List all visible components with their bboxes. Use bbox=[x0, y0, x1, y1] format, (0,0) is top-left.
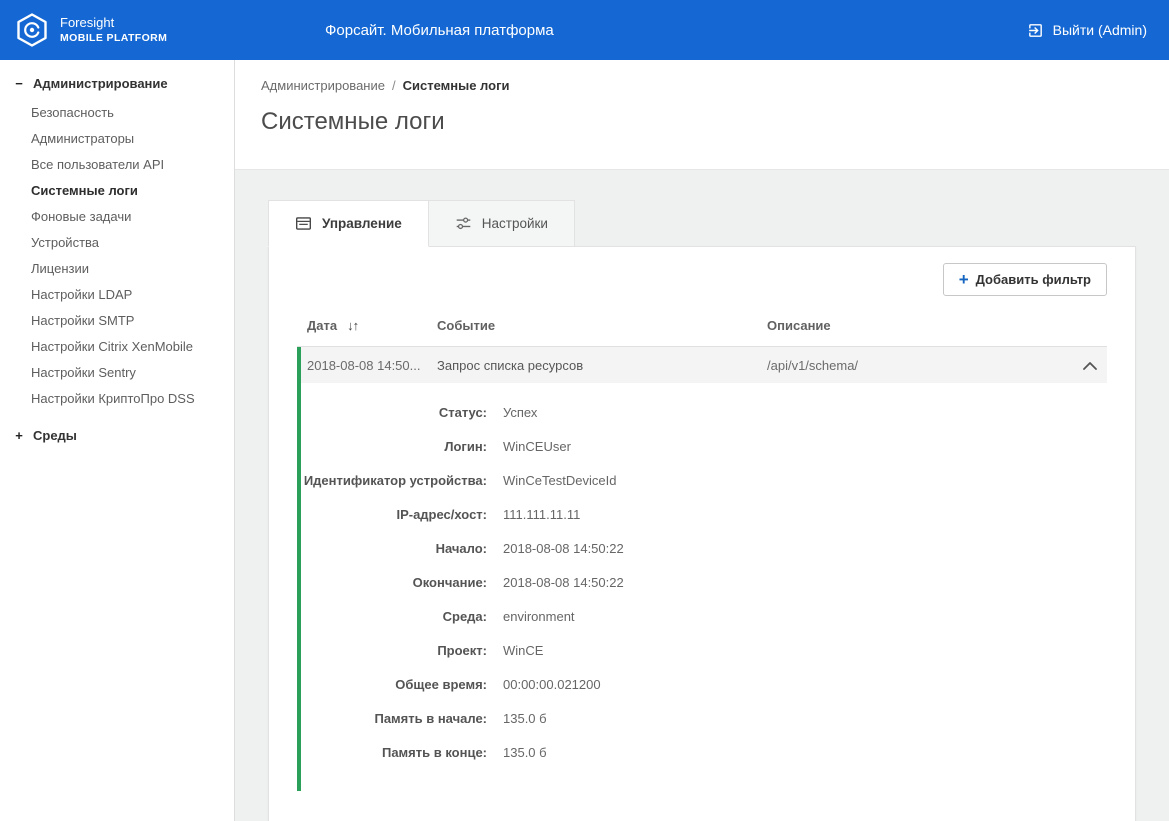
sidebar-root-label: Администрирование bbox=[33, 76, 168, 91]
main-area: Администрирование / Системные логи Системн… bbox=[235, 60, 1169, 821]
logo: Foresight MOBILE PLATFORM bbox=[0, 12, 235, 48]
sidebar-item[interactable]: Все пользователи API bbox=[0, 152, 234, 178]
detail-value: 2018-08-08 14:50:22 bbox=[503, 575, 1107, 590]
detail-row: Общее время: 00:00:00.021200 bbox=[301, 667, 1107, 701]
detail-row: Память в конце: 135.0 б bbox=[301, 735, 1107, 769]
sidebar-item[interactable]: Настройки Sentry bbox=[0, 360, 234, 386]
detail-label: Начало: bbox=[301, 541, 487, 556]
foresight-logo-icon bbox=[14, 12, 50, 48]
detail-value: WinCEUser bbox=[503, 439, 1107, 454]
detail-label: Логин: bbox=[301, 439, 487, 454]
logo-subtitle: MOBILE PLATFORM bbox=[60, 32, 167, 45]
breadcrumb: Администрирование / Системные логи bbox=[261, 78, 1169, 93]
sidebar-menu: БезопасностьАдминистраторыВсе пользовате… bbox=[0, 100, 234, 412]
detail-value: 111.111.11.11 bbox=[503, 507, 1107, 522]
sidebar-item[interactable]: Безопасность bbox=[0, 100, 234, 126]
sidebar-item[interactable]: Лицензии bbox=[0, 256, 234, 282]
logo-title: Foresight bbox=[60, 15, 167, 31]
chevron-up-icon[interactable] bbox=[1083, 361, 1107, 370]
tab-management-label: Управление bbox=[322, 216, 402, 231]
log-entry-expanded: 2018-08-08 14:50... Запрос списка ресурс… bbox=[297, 347, 1107, 791]
tune-icon bbox=[455, 215, 472, 232]
detail-value: Успех bbox=[503, 405, 1107, 420]
sidebar-item-administration[interactable]: − Администрирование bbox=[0, 60, 234, 97]
app-header: Foresight MOBILE PLATFORM Форсайт. Мобил… bbox=[0, 0, 1169, 60]
row-date: 2018-08-08 14:50... bbox=[301, 358, 431, 373]
detail-label: Память в начале: bbox=[301, 711, 487, 726]
content-area: Управление Настройки + Добавит bbox=[235, 170, 1169, 821]
sidebar-item[interactable]: Фоновые задачи bbox=[0, 204, 234, 230]
column-header-event[interactable]: Событие bbox=[427, 318, 757, 333]
page-head: Администрирование / Системные логи Системн… bbox=[235, 60, 1169, 170]
breadcrumb-parent[interactable]: Администрирование bbox=[261, 78, 385, 93]
add-filter-label: Добавить фильтр bbox=[976, 272, 1091, 287]
detail-label: Статус: bbox=[301, 405, 487, 420]
sidebar-item[interactable]: Устройства bbox=[0, 230, 234, 256]
plus-icon: + bbox=[959, 273, 969, 287]
app-title: Форсайт. Мобильная платформа bbox=[325, 22, 554, 39]
detail-row: Окончание: 2018-08-08 14:50:22 bbox=[301, 565, 1107, 599]
add-filter-button[interactable]: + Добавить фильтр bbox=[943, 263, 1107, 296]
logo-text: Foresight MOBILE PLATFORM bbox=[60, 15, 167, 44]
collapse-icon[interactable]: − bbox=[14, 76, 24, 91]
card-toolbar: + Добавить фильтр bbox=[297, 263, 1107, 296]
detail-row: IP-адрес/хост: 111.111.11.11 bbox=[301, 497, 1107, 531]
detail-value: WinCeTestDeviceId bbox=[503, 473, 1107, 488]
sidebar-item[interactable]: Настройки SMTP bbox=[0, 308, 234, 334]
detail-row: Логин: WinCEUser bbox=[301, 429, 1107, 463]
detail-value: 135.0 б bbox=[503, 711, 1107, 726]
page-title: Системные логи bbox=[261, 108, 1169, 136]
detail-row: Память в начале: 135.0 б bbox=[301, 701, 1107, 735]
detail-value: WinCE bbox=[503, 643, 1107, 658]
tab-settings-label: Настройки bbox=[482, 216, 548, 231]
detail-row: Начало: 2018-08-08 14:50:22 bbox=[301, 531, 1107, 565]
detail-value: 00:00:00.021200 bbox=[503, 677, 1107, 692]
column-header-description[interactable]: Описание bbox=[757, 318, 1071, 333]
detail-value: 135.0 б bbox=[503, 745, 1107, 760]
sidebar: − Администрирование БезопасностьАдминист… bbox=[0, 60, 235, 821]
sidebar-item[interactable]: Системные логи bbox=[0, 178, 234, 204]
breadcrumb-current: Системные логи bbox=[403, 78, 510, 93]
sidebar-item[interactable]: Администраторы bbox=[0, 126, 234, 152]
sidebar-item[interactable]: Настройки Citrix XenMobile bbox=[0, 334, 234, 360]
environments-label: Среды bbox=[33, 428, 77, 443]
row-event: Запрос списка ресурсов bbox=[431, 358, 761, 373]
detail-label: Окончание: bbox=[301, 575, 487, 590]
row-description: /api/v1/schema/ bbox=[761, 358, 1071, 373]
detail-value: 2018-08-08 14:50:22 bbox=[503, 541, 1107, 556]
detail-label: Идентификатор устройства: bbox=[301, 473, 487, 488]
sidebar-item-environments[interactable]: + Среды bbox=[0, 412, 234, 449]
detail-value: environment bbox=[503, 609, 1107, 624]
sidebar-item[interactable]: Настройки LDAP bbox=[0, 282, 234, 308]
detail-label: Общее время: bbox=[301, 677, 487, 692]
sort-icon[interactable]: ↓↑ bbox=[347, 318, 358, 333]
breadcrumb-separator: / bbox=[392, 78, 396, 93]
logout-button[interactable]: Выйти (Admin) bbox=[1027, 22, 1147, 39]
logout-icon bbox=[1027, 22, 1044, 39]
table-row[interactable]: 2018-08-08 14:50... Запрос списка ресурс… bbox=[301, 347, 1107, 383]
detail-label: Проект: bbox=[301, 643, 487, 658]
detail-label: Память в конце: bbox=[301, 745, 487, 760]
detail-row: Проект: WinCE bbox=[301, 633, 1107, 667]
column-header-date[interactable]: Дата ↓↑ bbox=[297, 318, 427, 333]
expand-icon[interactable]: + bbox=[14, 428, 24, 443]
tab-settings[interactable]: Настройки bbox=[429, 200, 575, 247]
logs-card: + Добавить фильтр Дата ↓↑ Событие Описан… bbox=[268, 246, 1136, 821]
list-icon bbox=[295, 215, 312, 232]
detail-row: Среда: environment bbox=[301, 599, 1107, 633]
tab-management[interactable]: Управление bbox=[268, 200, 429, 247]
table-header: Дата ↓↑ Событие Описание bbox=[297, 310, 1107, 347]
logout-label: Выйти (Admin) bbox=[1053, 22, 1147, 38]
tabs: Управление Настройки bbox=[268, 200, 1136, 247]
sidebar-item[interactable]: Настройки КриптоПро DSS bbox=[0, 386, 234, 412]
detail-label: Среда: bbox=[301, 609, 487, 624]
detail-label: IP-адрес/хост: bbox=[301, 507, 487, 522]
detail-row: Статус: Успех bbox=[301, 395, 1107, 429]
log-details: Статус: Успех Логин: WinCEUser Идентифик… bbox=[301, 383, 1107, 791]
detail-row: Идентификатор устройства: WinCeTestDevic… bbox=[301, 463, 1107, 497]
